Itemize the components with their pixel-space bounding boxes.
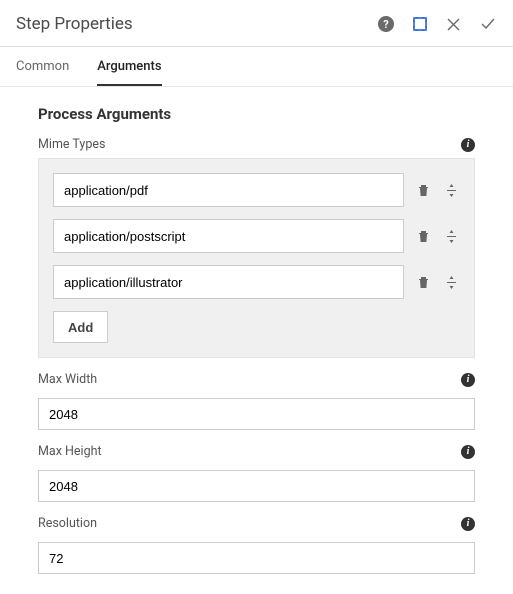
help-icon[interactable]: ?: [378, 16, 394, 32]
section-title: Process Arguments: [38, 105, 475, 123]
mime-type-row: [53, 173, 460, 207]
mime-type-row: [53, 265, 460, 299]
content-panel: Process Arguments Mime Types i Add Max W…: [0, 87, 513, 594]
mime-type-input[interactable]: [53, 173, 404, 207]
resolution-input[interactable]: [38, 542, 475, 574]
delete-icon[interactable]: [414, 275, 432, 290]
max-height-label: Max Height: [38, 444, 461, 459]
reorder-icon[interactable]: [442, 229, 460, 244]
mime-types-label: Mime Types: [38, 137, 461, 152]
delete-icon[interactable]: [414, 183, 432, 198]
mime-types-multifield: Add: [38, 158, 475, 358]
resolution-label: Resolution: [38, 516, 461, 531]
fullscreen-icon[interactable]: [412, 16, 428, 32]
info-icon[interactable]: i: [461, 517, 475, 531]
tab-arguments[interactable]: Arguments: [97, 47, 161, 86]
reorder-icon[interactable]: [442, 275, 460, 290]
max-width-label: Max Width: [38, 372, 461, 387]
close-icon[interactable]: [446, 17, 461, 32]
info-icon[interactable]: i: [461, 138, 475, 152]
tab-bar: Common Arguments: [0, 47, 513, 87]
dialog-header: Step Properties ?: [0, 0, 513, 47]
mime-type-input[interactable]: [53, 265, 404, 299]
max-width-input[interactable]: [38, 398, 475, 430]
add-button[interactable]: Add: [53, 311, 108, 343]
reorder-icon[interactable]: [442, 183, 460, 198]
info-icon[interactable]: i: [461, 373, 475, 387]
mime-type-input[interactable]: [53, 219, 404, 253]
mime-type-row: [53, 219, 460, 253]
dialog-title: Step Properties: [16, 14, 378, 34]
delete-icon[interactable]: [414, 229, 432, 244]
confirm-icon[interactable]: [479, 15, 497, 33]
info-icon[interactable]: i: [461, 445, 475, 459]
max-height-input[interactable]: [38, 470, 475, 502]
header-actions: ?: [378, 15, 497, 33]
tab-common[interactable]: Common: [16, 47, 69, 86]
